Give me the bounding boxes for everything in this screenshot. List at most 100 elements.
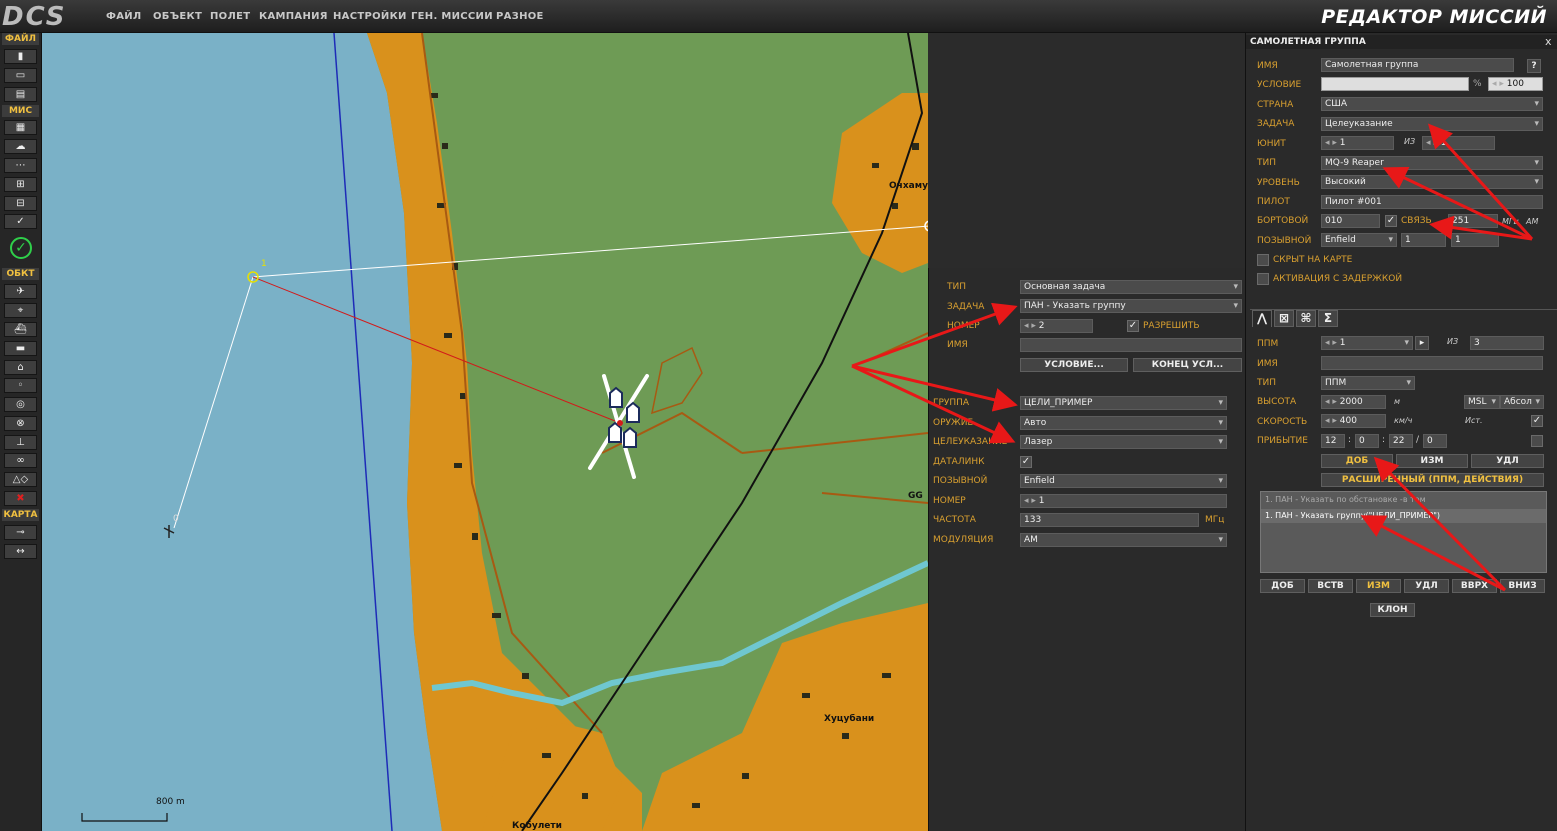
group-late-activation-checkbox[interactable] [1257,273,1269,285]
group-probability-stepper[interactable]: 100 [1488,77,1543,91]
group-pilot-input[interactable]: Пилот #001 [1321,195,1543,209]
actions-list-item[interactable]: 1. ПАН - Указать по обстановке -в том [1265,495,1426,504]
check-icon[interactable]: ✓ [4,214,37,229]
route-true-speed-checkbox[interactable]: ✓ [1531,415,1543,427]
route-alt-mode-select[interactable]: MSL [1464,395,1500,409]
airplane-icon[interactable]: ✈ [4,284,37,299]
tank-icon[interactable]: ▬ [4,341,37,356]
route-eta-minutes[interactable]: 0 [1355,434,1379,448]
group-icon[interactable]: ∞ [4,453,37,468]
action-name-input[interactable] [1020,338,1242,352]
action-condition-button[interactable]: УСЛОВИЕ... [1020,358,1128,372]
menu-object[interactable]: ОБЪЕКТ [153,11,202,22]
actions-clone-button[interactable]: КЛОН [1370,603,1415,617]
group-radio-freq-input[interactable]: 251 [1448,214,1498,228]
group-skill-select[interactable]: Высокий [1321,175,1543,189]
action-number-stepper[interactable]: 2 [1020,319,1093,333]
action-weapon-select[interactable]: Авто [1020,416,1227,430]
route-eta-hours[interactable]: 12 [1321,434,1345,448]
route-delete-button[interactable]: УДЛ [1471,454,1544,468]
mission-map[interactable]: Очхамури Хуцубани Кобулети GG 0 1 2 800 … [42,33,928,831]
actions-add-button[interactable]: ДОБ [1260,579,1305,593]
weather-icon[interactable]: ☁ [4,139,37,154]
goals-icon[interactable]: ⊞ [4,177,37,192]
action-stop-condition-button[interactable]: КОНЕЦ УСЛ... [1133,358,1242,372]
route-name-input[interactable] [1321,356,1543,370]
action-callsign-select[interactable]: Enfield [1020,474,1227,488]
open-folder-icon[interactable]: ▭ [4,68,37,83]
group-radio-checkbox[interactable]: ✓ [1385,215,1397,227]
group-type-select[interactable]: MQ-9 Reaper [1321,156,1543,170]
route-wp-next-button[interactable]: ▸ [1415,336,1429,350]
helicopter-icon[interactable]: ⌖ [4,303,37,318]
route-wp-stepper[interactable]: 1 [1321,336,1413,350]
route-eta-days[interactable]: 0 [1423,434,1447,448]
action-enable-checkbox[interactable]: ✓ [1127,320,1139,332]
summary-icon[interactable]: Σ [1318,310,1338,327]
waypoint-icon[interactable]: ◦ [4,378,37,393]
route-type-select[interactable]: ППМ [1321,376,1415,390]
static-icon[interactable]: ⌂ [4,360,37,375]
briefing-icon[interactable]: ▦ [4,120,37,135]
group-condition-input[interactable] [1321,77,1469,91]
resources-icon[interactable]: ⊟ [4,196,37,211]
action-freq-input[interactable]: 133 [1020,513,1199,527]
group-board-input[interactable]: 010 [1321,214,1380,228]
help-button[interactable]: ? [1527,59,1541,73]
delete-icon[interactable]: ✖ [4,491,37,506]
actions-up-button[interactable]: ВВРХ [1452,579,1497,593]
new-file-icon[interactable]: ▮ [4,49,37,64]
action-num-stepper[interactable]: 1 [1020,494,1227,508]
group-country-select[interactable]: США [1321,97,1543,111]
route-icon[interactable]: ⋀ [1252,310,1272,327]
shapes-icon[interactable]: △◇ [4,472,37,487]
save-icon[interactable]: ▤ [4,87,37,102]
action-task-select[interactable]: ПАН - Указать группу [1020,299,1242,313]
group-unit-total-stepper[interactable]: 1 [1422,136,1495,150]
target-icon[interactable]: ◎ [4,397,37,412]
group-hidden-checkbox[interactable] [1257,254,1269,266]
group-name-input[interactable]: Самолетная группа [1321,58,1514,72]
route-edit-button[interactable]: ИЗМ [1396,454,1468,468]
action-datalink-checkbox[interactable]: ✓ [1020,456,1032,468]
action-callsign-label: ПОЗЫВНОЙ [933,476,988,486]
route-speed-stepper[interactable]: 400 [1321,414,1386,428]
actions-edit-button[interactable]: ИЗМ [1356,579,1401,593]
actions-insert-button[interactable]: ВСТВ [1308,579,1353,593]
payload-icon[interactable]: ⌘ [1296,310,1316,327]
action-group-select[interactable]: ЦЕЛИ_ПРИМЕР [1020,396,1227,410]
triggers-icon[interactable]: ⋯ [4,158,37,173]
menu-campaign[interactable]: КАМПАНИЯ [259,11,328,22]
actions-down-button[interactable]: ВНИЗ [1500,579,1545,593]
ship-icon[interactable]: ⛴ [4,322,37,337]
group-callsign-num1[interactable]: 1 [1401,233,1446,247]
action-modulation-select[interactable]: AM [1020,533,1227,547]
close-icon[interactable]: x [1545,36,1555,48]
group-unit-stepper[interactable]: 1 [1321,136,1394,150]
ground-icon[interactable]: ⊥ [4,435,37,450]
actions-list[interactable]: 1. ПАН - Указать по обстановке -в том 1.… [1260,491,1547,573]
action-designation-select[interactable]: Лазер [1020,435,1227,449]
action-type-select[interactable]: Основная задача [1020,280,1242,294]
route-advanced-button[interactable]: РАСШИРЕННЫЙ (ППМ, ДЕЙСТВИЯ) [1321,473,1544,487]
route-eta-checkbox[interactable] [1531,435,1543,447]
menu-settings[interactable]: НАСТРОЙКИ [333,11,407,22]
group-task-select[interactable]: Целеуказание [1321,117,1543,131]
route-eta-seconds[interactable]: 22 [1389,434,1413,448]
menu-misc[interactable]: РАЗНОЕ [496,11,544,22]
group-callsign-select[interactable]: Enfield [1321,233,1397,247]
triggered-actions-icon[interactable]: ⊠ [1274,310,1294,327]
route-alt-stepper[interactable]: 2000 [1321,395,1386,409]
route-alt-ref-select[interactable]: Абсол [1500,395,1544,409]
menu-flight[interactable]: ПОЛЕТ [210,11,250,22]
menu-mission-gen[interactable]: ГЕН. МИССИИ [411,11,493,22]
flight-ok-icon[interactable]: ✓ [10,237,32,259]
actions-list-item-selected[interactable]: 1. ПАН - Указать группу("ЦЕЛИ_ПРИМЕР") [1261,509,1546,523]
actions-delete-button[interactable]: УДЛ [1404,579,1449,593]
group-callsign-num2[interactable]: 1 [1451,233,1499,247]
route-add-button[interactable]: ДОБ [1321,454,1393,468]
menu-file[interactable]: ФАЙЛ [106,11,142,22]
measure-icon[interactable]: ↔ [4,544,37,559]
no-fly-icon[interactable]: ⊗ [4,416,37,431]
ruler-icon[interactable]: ⊸ [4,525,37,540]
